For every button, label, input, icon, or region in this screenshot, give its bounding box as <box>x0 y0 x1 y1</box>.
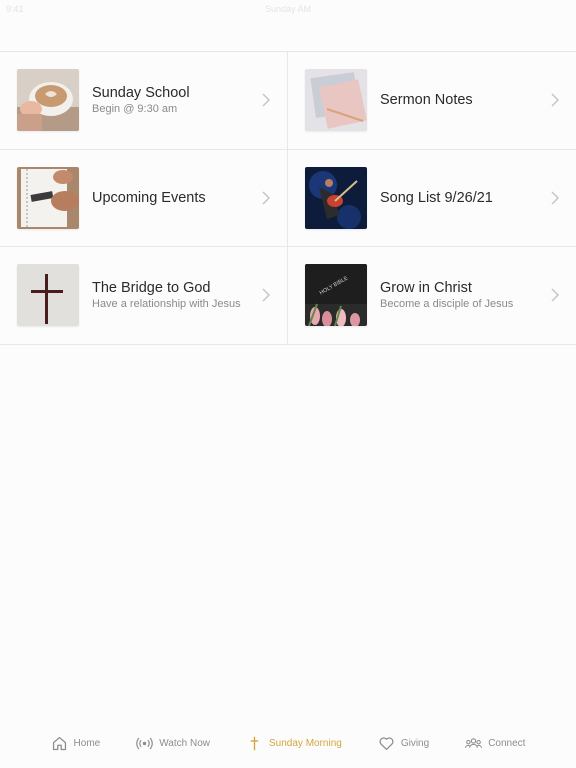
holy-bible-image: HOLY BIBLE <box>305 264 367 327</box>
tab-home[interactable]: Home <box>51 735 101 752</box>
chevron-right-icon <box>551 191 560 205</box>
tab-label: Giving <box>400 737 430 749</box>
tab-label: Home <box>73 737 101 749</box>
tile-song-list[interactable]: Song List 9/26/21 <box>288 150 576 247</box>
tile-title: The Bridge to God <box>92 280 211 297</box>
cross-image <box>17 264 79 327</box>
tab-label: Connect <box>488 737 526 749</box>
tile-sermon-notes[interactable]: Sermon Notes <box>288 52 576 150</box>
tab-connect[interactable]: Connect <box>465 735 525 752</box>
navigation-bar <box>0 22 576 52</box>
status-bar: 9:41 Sunday AM <box>0 0 576 22</box>
tab-sunday-morning[interactable]: Sunday Morning <box>246 735 342 752</box>
tile-title: Song List 9/26/21 <box>380 189 493 206</box>
people-icon <box>465 737 483 748</box>
tile-sunday-school[interactable]: Sunday School Begin @ 9:30 am <box>0 52 288 150</box>
tile-upcoming-events[interactable]: Upcoming Events <box>0 149 288 247</box>
broadcast-icon <box>136 737 154 749</box>
home-icon <box>52 736 66 750</box>
chevron-right-icon <box>551 288 560 302</box>
tile-title: Upcoming Events <box>92 189 206 206</box>
tile-grow-in-christ[interactable]: HOLY BIBLE Grow in Christ Become a disci… <box>288 247 576 345</box>
heart-icon <box>379 736 394 750</box>
chevron-right-icon <box>262 191 271 205</box>
status-title: Sunday AM <box>264 4 312 14</box>
coffee-cup-image <box>17 69 79 132</box>
tab-giving[interactable]: Giving <box>378 735 429 752</box>
chevron-right-icon <box>551 93 560 107</box>
tile-title: Grow in Christ <box>380 280 472 297</box>
writing-notebook-image <box>17 166 79 229</box>
tile-bridge-to-god[interactable]: The Bridge to God Have a relationship wi… <box>0 247 288 345</box>
chevron-right-icon <box>262 288 271 302</box>
notebooks-image <box>305 69 367 132</box>
tile-subtitle: Begin @ 9:30 am <box>92 103 178 116</box>
chevron-right-icon <box>262 93 271 107</box>
tile-grid: Sunday School Begin @ 9:30 am Sermon Not… <box>0 52 576 345</box>
tile-title: Sunday School <box>92 85 190 102</box>
tab-watch-now[interactable]: Watch Now <box>136 735 210 752</box>
guitarist-image <box>305 166 367 229</box>
tab-label: Sunday Morning <box>269 737 342 749</box>
tab-bar: Home Watch Now Sunday Morning Giving Con… <box>0 718 576 768</box>
tile-title: Sermon Notes <box>380 92 473 109</box>
cross-icon <box>250 736 259 750</box>
tile-subtitle: Become a disciple of Jesus <box>380 298 514 311</box>
tab-label: Watch Now <box>159 737 210 749</box>
tile-subtitle: Have a relationship with Jesus <box>92 298 241 311</box>
